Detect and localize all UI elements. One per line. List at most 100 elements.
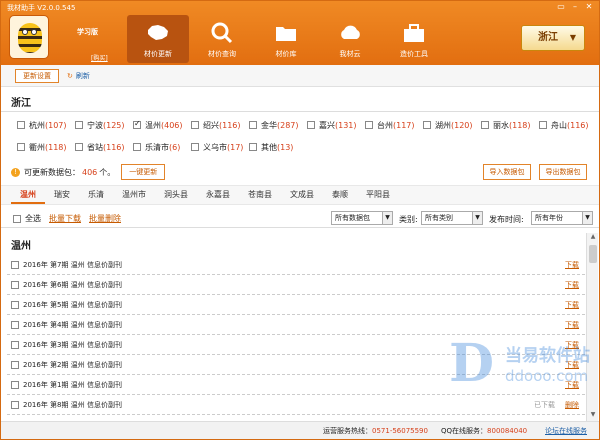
forum-service[interactable]: 论坛在线服务 (545, 426, 587, 436)
row-action-link[interactable]: 下载 (565, 360, 579, 370)
checkbox[interactable] (11, 320, 19, 329)
city-name: 杭州 (29, 120, 45, 130)
checkbox[interactable] (191, 121, 199, 129)
row-action-link[interactable]: 下载 (565, 380, 579, 390)
package-title: 2016年 第8期 温州 信息价副刊 (23, 400, 122, 409)
city-name: 嘉兴 (319, 120, 335, 130)
package-select[interactable]: 所有数据包 ▼ (331, 211, 393, 225)
minimize-icon[interactable]: – (569, 2, 581, 12)
type-select[interactable]: 所有类别 ▼ (421, 211, 483, 225)
city-checkbox[interactable]: 衢州 (118) (17, 141, 75, 153)
checkbox[interactable] (11, 360, 19, 369)
row-action-link[interactable]: 下载 (565, 260, 579, 270)
package-title: 2016年 第4期 温州 信息价副刊 (23, 320, 122, 329)
type-select-value: 所有类别 (425, 214, 453, 222)
city-checkbox[interactable]: 绍兴 (116) (191, 119, 249, 131)
scroll-down-icon[interactable]: ▼ (587, 411, 599, 421)
checkbox[interactable] (191, 143, 199, 151)
checkbox[interactable] (133, 119, 141, 129)
checkbox[interactable] (249, 121, 257, 129)
tab-region[interactable]: 泰顺 (323, 186, 357, 204)
nav-material-update[interactable]: 材价更新 (127, 15, 189, 63)
tab-region[interactable]: 平阳县 (357, 186, 399, 204)
update-settings-button[interactable]: 更新设置 (15, 69, 59, 83)
row-action-link[interactable]: 下载 (565, 320, 579, 330)
city-checkbox[interactable]: 湖州 (120) (423, 119, 481, 131)
tab-region[interactable]: 洞头县 (155, 186, 197, 204)
tab-region[interactable]: 乐清 (79, 186, 113, 204)
tab-region[interactable]: 苍南县 (239, 186, 281, 204)
city-checkbox[interactable]: 嘉兴 (131) (307, 119, 365, 131)
checkbox[interactable] (11, 400, 19, 409)
nav-cost-tools[interactable]: 造价工具 (383, 15, 445, 63)
nav-price-query[interactable]: 材价查询 (191, 15, 253, 63)
tab-region[interactable]: 瑞安 (45, 186, 79, 204)
type-label: 类别: (399, 215, 418, 224)
city-checkbox[interactable]: 省站 (116) (75, 141, 133, 153)
checkbox[interactable] (133, 143, 141, 151)
checkbox[interactable] (249, 143, 257, 151)
city-name: 舟山 (551, 120, 567, 130)
city-checkbox[interactable]: 宁波 (125) (75, 119, 133, 131)
date-select-value: 所有年份 (535, 214, 563, 222)
checkbox[interactable] (17, 121, 25, 129)
checkbox[interactable] (481, 121, 489, 129)
date-select[interactable]: 所有年份 ▼ (531, 211, 593, 225)
list-scrollbar[interactable]: ▲ ▼ (586, 233, 598, 421)
scroll-up-icon[interactable]: ▲ (587, 233, 599, 243)
city-checkbox[interactable]: 台州 (117) (365, 119, 423, 131)
tab-region[interactable]: 温州 (11, 186, 45, 204)
city-count: (131) (335, 120, 357, 130)
nav-cloud[interactable]: 我材云 (319, 15, 381, 63)
forum-link[interactable]: 论坛在线服务 (545, 427, 587, 435)
buy-link[interactable]: [购买] (91, 53, 108, 62)
city-checkbox[interactable]: 金华 (287) (249, 119, 307, 131)
refresh-label: 刷新 (75, 72, 90, 80)
select-all-checkbox[interactable]: 全选 (13, 213, 41, 224)
checkbox[interactable] (307, 121, 315, 129)
city-checkbox[interactable]: 义乌市 (17) (191, 141, 249, 153)
province-selector[interactable]: 浙江 ▼ (521, 25, 585, 51)
tab-region[interactable]: 文成县 (281, 186, 323, 204)
checkbox[interactable] (11, 260, 19, 269)
checkbox[interactable] (11, 300, 19, 309)
checkbox[interactable] (75, 121, 83, 129)
city-checkbox[interactable]: 杭州 (107) (17, 119, 75, 131)
app-title: 我材助手 V2.0.0.545 (7, 4, 76, 12)
batch-delete-link[interactable]: 批量删除 (89, 213, 121, 224)
checkbox[interactable] (423, 121, 431, 129)
tab-region[interactable]: 永嘉县 (197, 186, 239, 204)
city-checkbox[interactable]: 温州(406) (133, 119, 191, 131)
city-name: 温州 (145, 120, 161, 130)
checkbox[interactable] (17, 143, 25, 151)
city-count: (116) (103, 142, 125, 152)
nav-label: 造价工具 (400, 50, 428, 58)
city-checkbox[interactable]: 其他 (13) (249, 141, 307, 153)
checkbox[interactable] (11, 340, 19, 349)
refresh-button[interactable]: ↻ 刷新 (67, 69, 90, 83)
import-package-button[interactable]: 导入数据包 (483, 164, 531, 180)
divider (1, 111, 599, 112)
scroll-thumb[interactable] (589, 245, 597, 263)
skin-icon[interactable]: ▭ (555, 2, 567, 12)
row-action-link[interactable]: 下载 (565, 280, 579, 290)
checkbox[interactable] (75, 143, 83, 151)
city-name: 台州 (377, 120, 393, 130)
row-action-link[interactable]: 删除 (565, 400, 579, 410)
batch-download-link[interactable]: 批量下载 (49, 213, 81, 224)
city-checkbox[interactable]: 舟山 (116) (539, 119, 597, 131)
checkbox[interactable] (539, 121, 547, 129)
tab-region[interactable]: 温州市 (113, 186, 155, 204)
checkbox[interactable] (365, 121, 373, 129)
city-checkbox[interactable]: 丽水 (118) (481, 119, 539, 131)
nav-price-library[interactable]: 材价库 (255, 15, 317, 63)
one-click-update-button[interactable]: 一键更新 (121, 164, 166, 180)
checkbox[interactable] (11, 380, 19, 389)
city-checkbox[interactable]: 乐清市 (6) (133, 141, 191, 153)
checkbox[interactable] (11, 280, 19, 289)
checkbox[interactable] (13, 214, 21, 223)
close-icon[interactable]: ✕ (583, 2, 595, 12)
row-action-link[interactable]: 下载 (565, 300, 579, 310)
row-action-link[interactable]: 下载 (565, 340, 579, 350)
export-package-button[interactable]: 导出数据包 (539, 164, 587, 180)
